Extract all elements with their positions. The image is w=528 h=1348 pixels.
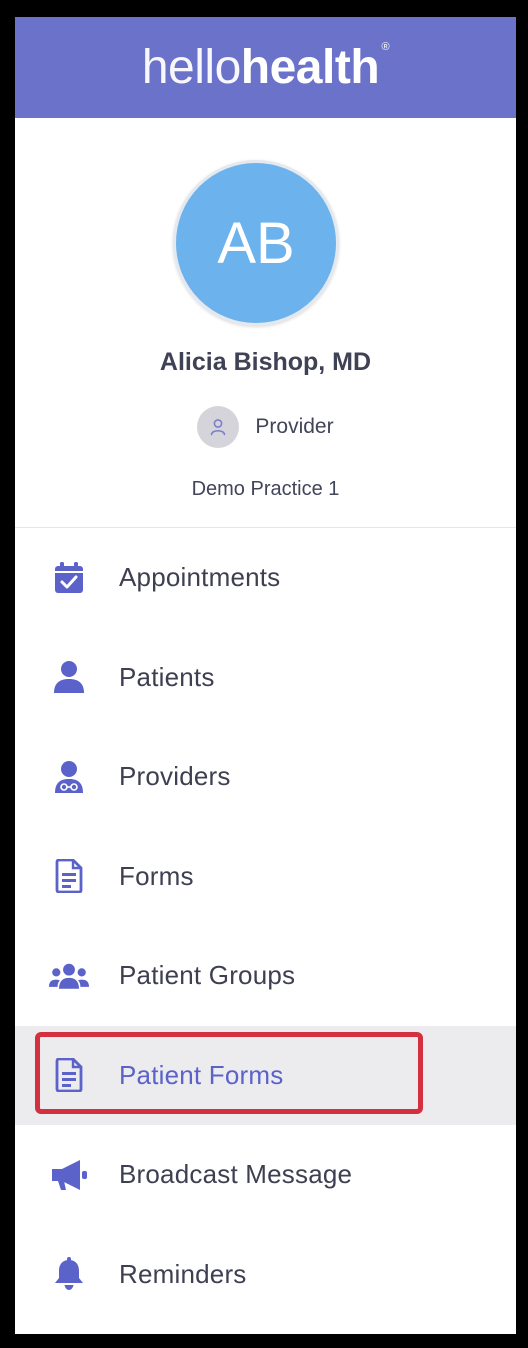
user-icon: [197, 406, 240, 448]
role-row: Provider: [15, 406, 516, 448]
doctor-icon: [49, 757, 89, 797]
document-icon: [49, 856, 89, 896]
user-profile: AB Alicia Bishop, MD Provider Demo Pract…: [15, 118, 516, 528]
calendar-check-icon: [49, 558, 89, 598]
avatar[interactable]: AB: [173, 160, 339, 326]
sidebar-item-label: Providers: [119, 761, 231, 792]
registered-mark: ®: [381, 40, 390, 53]
role-label: Provider: [255, 415, 334, 438]
sidebar-item-forms[interactable]: Forms: [15, 827, 516, 927]
sidebar-nav: Appointments Patients Providers Forms Pa…: [15, 528, 516, 1324]
sidebar-item-appointments[interactable]: Appointments: [15, 528, 516, 628]
practice-name: Demo Practice 1: [191, 478, 340, 500]
users-group-icon: [49, 956, 89, 996]
sidebar-item-label: Patients: [119, 661, 215, 692]
sidebar-item-label: Reminders: [119, 1258, 247, 1289]
user-name: Alicia Bishop, MD: [159, 348, 372, 376]
sidebar-item-providers[interactable]: Providers: [15, 727, 516, 827]
hellohealth-logo[interactable]: hellohealth ®: [141, 40, 390, 94]
sidebar-item-label: Appointments: [119, 562, 281, 593]
document-icon: [49, 1055, 89, 1095]
logo-text-light: hello: [141, 40, 241, 94]
logo-text-bold: health: [240, 40, 380, 94]
sidebar-item-label: Patient Groups: [119, 960, 296, 991]
app-header: hellohealth ®: [15, 17, 516, 118]
sidebar-item-patients[interactable]: Patients: [15, 628, 516, 728]
sidebar-item-patient-groups[interactable]: Patient Groups: [15, 926, 516, 1026]
sidebar-item-label: Forms: [119, 860, 194, 891]
sidebar-item-label: Broadcast Message: [119, 1159, 353, 1190]
sidebar-item-label: Patient Forms: [119, 1059, 284, 1090]
sidebar-item-patient-forms[interactable]: Patient Forms: [15, 1025, 516, 1125]
sidebar-item-broadcast-message[interactable]: Broadcast Message: [15, 1125, 516, 1225]
bell-icon: [49, 1254, 89, 1294]
sidebar-item-reminders[interactable]: Reminders: [15, 1225, 516, 1325]
user-icon: [49, 657, 89, 697]
megaphone-icon: [49, 1155, 89, 1195]
sidebar-panel: hellohealth ® AB Alicia Bishop, MD Provid…: [15, 17, 516, 1334]
